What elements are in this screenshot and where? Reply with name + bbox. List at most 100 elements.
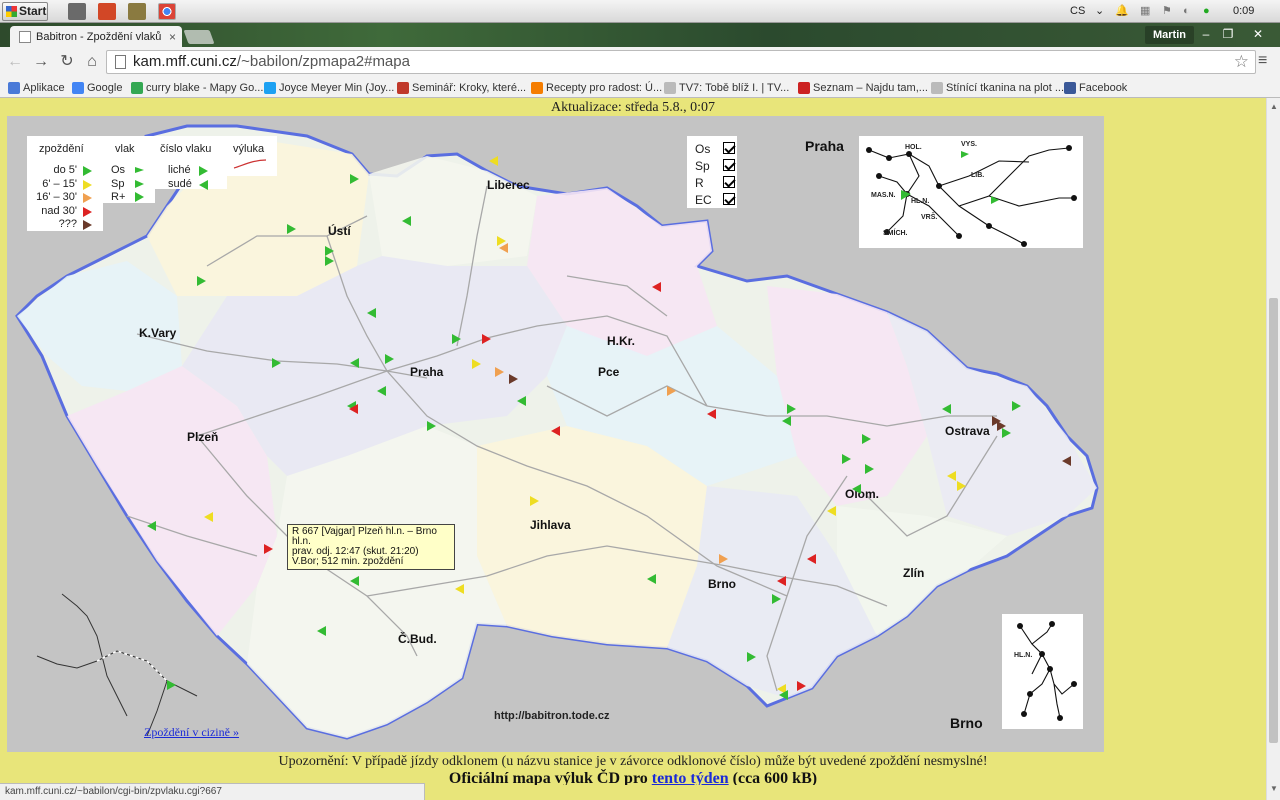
bookmark-item[interactable]: Google [72, 80, 122, 96]
train-marker-icon[interactable] [350, 174, 359, 184]
scroll-thumb[interactable] [1269, 298, 1278, 743]
train-marker-icon[interactable] [455, 584, 464, 594]
train-marker-icon[interactable] [782, 416, 791, 426]
train-marker-icon[interactable] [350, 576, 359, 586]
train-marker-icon[interactable] [797, 681, 806, 691]
train-marker-icon[interactable] [350, 358, 359, 368]
filter-checkbox[interactable] [723, 142, 735, 154]
filter-row[interactable]: Sp [695, 159, 735, 173]
bookmark-star-icon[interactable]: ☆ [1234, 51, 1249, 73]
train-marker-icon[interactable] [942, 404, 951, 414]
train-marker-icon[interactable] [287, 224, 296, 234]
train-marker-icon[interactable] [509, 374, 518, 384]
close-window-icon[interactable]: ✕ [1248, 26, 1268, 42]
bookmark-item[interactable]: Recepty pro radost: Ú... [531, 80, 662, 96]
train-marker-icon[interactable] [1062, 456, 1071, 466]
close-tab-icon[interactable]: × [169, 26, 176, 48]
tab-babitron[interactable]: Babitron - Zpoždění vlaků × [10, 26, 182, 48]
this-week-link[interactable]: tento týden [652, 770, 729, 785]
vertical-scrollbar[interactable]: ▲ ▼ [1266, 98, 1280, 800]
train-marker-icon[interactable] [707, 409, 716, 419]
new-tab-button[interactable] [183, 30, 215, 44]
train-marker-icon[interactable] [719, 554, 728, 564]
train-marker-icon[interactable] [385, 354, 394, 364]
train-marker-icon[interactable] [167, 680, 176, 690]
page-info-icon[interactable] [115, 55, 126, 69]
bell-icon[interactable]: 🔔 [1115, 3, 1129, 20]
forward-icon[interactable]: → [31, 52, 51, 72]
train-marker-icon[interactable] [495, 367, 504, 377]
train-marker-icon[interactable] [551, 426, 560, 436]
train-marker-icon[interactable] [777, 576, 786, 586]
bookmark-item[interactable]: Seminář: Kroky, které... [397, 80, 526, 96]
volume-icon[interactable]: ◐ [1183, 3, 1190, 20]
reload-icon[interactable]: ↻ [57, 52, 77, 72]
train-marker-icon[interactable] [197, 276, 206, 286]
train-marker-icon[interactable] [787, 404, 796, 414]
filter-checkbox[interactable] [723, 159, 735, 171]
powerpoint-icon[interactable] [98, 3, 116, 20]
train-marker-icon[interactable] [482, 334, 491, 344]
scroll-up-icon[interactable]: ▲ [1270, 102, 1278, 111]
train-marker-icon[interactable] [779, 690, 788, 700]
train-marker-icon[interactable] [957, 481, 966, 491]
restore-icon[interactable]: ❐ [1218, 26, 1238, 42]
train-marker-icon[interactable] [317, 626, 326, 636]
train-marker-icon[interactable] [325, 246, 334, 256]
train-marker-icon[interactable] [1002, 428, 1011, 438]
bookmark-item[interactable]: Seznam – Najdu tam,... [798, 80, 928, 96]
train-marker-icon[interactable] [647, 574, 656, 584]
start-button[interactable]: Start [2, 2, 48, 21]
chrome-menu-icon[interactable]: ≡ [1258, 52, 1267, 70]
train-marker-icon[interactable] [530, 496, 539, 506]
train-marker-icon[interactable] [402, 216, 411, 226]
train-marker-icon[interactable] [264, 544, 273, 554]
train-marker-icon[interactable] [272, 358, 281, 368]
train-marker-icon[interactable] [947, 471, 956, 481]
bookmark-item[interactable]: curry blake - Mapy Go... [131, 80, 263, 96]
bookmark-item[interactable]: Facebook [1064, 80, 1127, 96]
bookmark-item[interactable]: Aplikace [8, 80, 65, 96]
train-marker-icon[interactable] [652, 282, 661, 292]
scroll-down-icon[interactable]: ▼ [1270, 784, 1278, 793]
filter-checkbox[interactable] [723, 193, 735, 205]
train-marker-icon[interactable] [517, 396, 526, 406]
train-marker-icon[interactable] [852, 484, 861, 494]
filter-row[interactable]: EC [695, 193, 735, 207]
train-marker-icon[interactable] [472, 359, 481, 369]
filter-checkbox[interactable] [723, 176, 735, 188]
clock[interactable]: 0:09 [1233, 3, 1254, 20]
train-marker-icon[interactable] [865, 464, 874, 474]
tools-icon[interactable] [128, 3, 146, 20]
train-marker-icon[interactable] [367, 308, 376, 318]
train-marker-icon[interactable] [499, 243, 508, 253]
train-marker-icon[interactable] [842, 454, 851, 464]
window-icon[interactable]: ▦ [1140, 3, 1150, 20]
filter-row[interactable]: Os [695, 142, 735, 156]
train-marker-icon[interactable] [377, 386, 386, 396]
train-marker-icon[interactable] [1012, 401, 1021, 411]
tray-expand-icon[interactable]: ⌄ [1095, 3, 1104, 20]
minimize-icon[interactable]: – [1196, 26, 1216, 42]
train-marker-icon[interactable] [147, 521, 156, 531]
back-icon[interactable]: ← [5, 52, 25, 72]
network-app-icon[interactable] [68, 3, 86, 20]
train-marker-icon[interactable] [827, 506, 836, 516]
home-icon[interactable]: ⌂ [82, 52, 102, 72]
train-marker-icon[interactable] [325, 256, 334, 266]
train-marker-icon[interactable] [667, 386, 676, 396]
profile-button[interactable]: Martin [1145, 26, 1194, 44]
address-bar[interactable]: kam.mff.cuni.cz/~babilon/zpmapa2#mapa ☆ [106, 50, 1256, 74]
train-marker-icon[interactable] [862, 434, 871, 444]
language-indicator[interactable]: CS [1070, 3, 1085, 20]
bookmark-item[interactable]: Joyce Meyer Min (Joy... [264, 80, 394, 96]
train-marker-icon[interactable] [452, 334, 461, 344]
foreign-delays-link[interactable]: Zpoždění v cizině » [144, 725, 239, 740]
train-marker-icon[interactable] [489, 156, 498, 166]
bookmark-item[interactable]: Stínící tkanina na plot ... [931, 80, 1064, 96]
train-marker-icon[interactable] [427, 421, 436, 431]
train-marker-icon[interactable] [204, 512, 213, 522]
train-marker-icon[interactable] [747, 652, 756, 662]
train-marker-icon[interactable] [807, 554, 816, 564]
bookmark-item[interactable]: TV7: Tobě blíž I. | TV... [664, 80, 789, 96]
